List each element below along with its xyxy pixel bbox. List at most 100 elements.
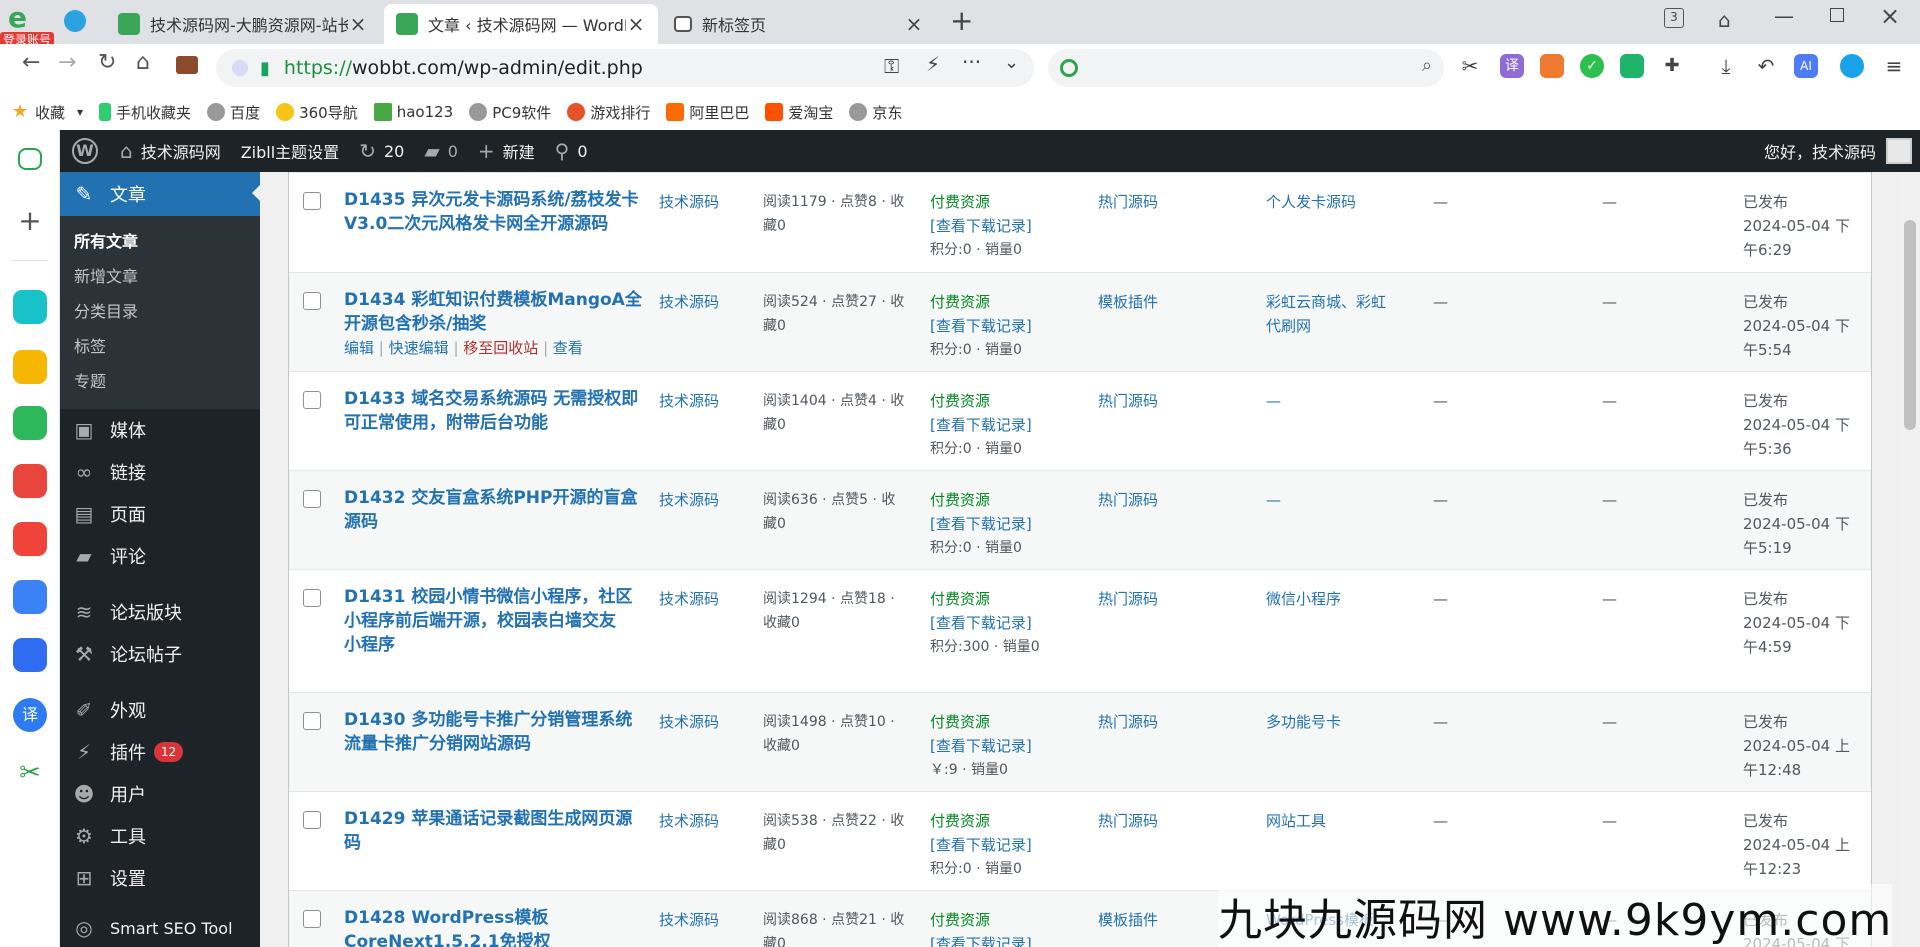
category-link[interactable]: 热门源码 [1098, 587, 1228, 611]
undo-icon[interactable]: ↶ [1754, 54, 1778, 78]
post-title-link[interactable]: D1432 交友盲盒系统PHP开源的盲盒 源码 [344, 486, 644, 534]
author-link[interactable]: 技术源码 [659, 389, 759, 413]
tab-count-button[interactable]: 3 [1664, 8, 1684, 28]
menu-media[interactable]: ▣ 媒体 [60, 409, 260, 451]
bookmark-item[interactable]: 手机收藏夹 [99, 102, 191, 123]
clover-icon[interactable] [13, 290, 47, 324]
download-records-link[interactable]: [查看下载记录] [930, 833, 1060, 857]
tag-link[interactable]: 多功能号卡 [1266, 710, 1426, 734]
telegram-icon[interactable] [64, 10, 86, 32]
tab-close-icon[interactable]: × [348, 12, 368, 36]
download-records-link[interactable]: [查看下载记录] [930, 734, 1060, 758]
tag-link[interactable]: 彩虹云商城、彩虹 [1266, 290, 1426, 314]
row-checkbox[interactable] [303, 712, 321, 730]
row-checkbox[interactable] [303, 589, 321, 607]
menu-appearance[interactable]: ✐ 外观 [60, 689, 260, 731]
add-icon[interactable]: + [13, 204, 47, 238]
menu-comments[interactable]: ▰ 评论 [60, 535, 260, 577]
view-link[interactable]: 查看 [553, 339, 583, 357]
download-records-link[interactable]: [查看下载记录] [930, 413, 1060, 437]
menu-links[interactable]: ∞ 链接 [60, 451, 260, 493]
menu-tools[interactable]: ⚙ 工具 [60, 815, 260, 857]
admin-bar-theme-settings[interactable]: Zibll主题设置 [231, 130, 349, 172]
category-link[interactable]: 热门源码 [1098, 710, 1228, 734]
check-ext-icon[interactable]: ✓ [1580, 54, 1604, 78]
search-icon[interactable]: ⌕ [1422, 55, 1432, 76]
bookmark-item[interactable]: 百度 [207, 102, 260, 123]
puzzle-icon[interactable]: ✚ [1660, 54, 1684, 78]
submenu-categories[interactable]: 分类目录 [60, 294, 260, 329]
submenu-tags[interactable]: 标签 [60, 329, 260, 364]
menu-users[interactable]: ☻ 用户 [60, 773, 260, 815]
author-link[interactable]: 技术源码 [659, 809, 759, 833]
download-records-link[interactable]: [查看下载记录] [930, 932, 1060, 947]
post-title-link[interactable]: D1431 校园小情书微信小程序，社区 小程序前后端开源，校园表白墙交友 小程序 [344, 585, 644, 657]
lightning-icon[interactable]: ⚡ [926, 52, 940, 76]
chevron-down-icon[interactable]: ⌄ [1004, 52, 1019, 73]
game-icon[interactable] [1540, 54, 1564, 78]
menu-forum-posts[interactable]: ⚒ 论坛帖子 [60, 633, 260, 675]
menu-settings[interactable]: ⊞ 设置 [60, 857, 260, 899]
admin-bar-links[interactable]: ⚲ 0 [545, 130, 598, 172]
back-arrow-icon[interactable]: ← [22, 50, 40, 75]
chevron-down-icon[interactable]: ▾ [77, 105, 83, 119]
menu-seo-tool[interactable]: ◎ Smart SEO Tool [60, 907, 260, 947]
quick-edit-link[interactable]: 快速编辑 [389, 339, 449, 357]
tab-new-tab-page[interactable]: 新标签页 × [662, 4, 936, 44]
ai-icon[interactable]: AI [1794, 54, 1818, 78]
book-ext-icon[interactable] [1620, 54, 1644, 78]
briefcase-icon[interactable] [176, 56, 198, 74]
wp-logo-icon[interactable]: W [60, 130, 110, 172]
bookmark-item[interactable]: 京东 [849, 102, 902, 123]
submenu-all-posts[interactable]: 所有文章 [60, 224, 260, 259]
menu-posts[interactable]: ✎ 文章 [60, 172, 260, 216]
author-link[interactable]: 技术源码 [659, 587, 759, 611]
forward-arrow-icon[interactable]: → [58, 50, 76, 75]
tag-link[interactable]: 个人发卡源码 [1266, 190, 1426, 214]
tag-link[interactable]: 微信小程序 [1266, 587, 1426, 611]
edit-link[interactable]: 编辑 [344, 339, 374, 357]
key-icon[interactable]: ⚿ [884, 54, 899, 78]
category-link[interactable]: 模板插件 [1098, 290, 1228, 314]
tab-close-icon[interactable]: × [626, 12, 646, 36]
post-title-link[interactable]: D1428 WordPress模板 CoreNext1.5.2.1免授权 [344, 906, 644, 947]
page-scrollbar[interactable] [1900, 172, 1920, 947]
new-tab-button[interactable]: + [950, 4, 973, 37]
bookmark-item[interactable]: 阿里巴巴 [666, 102, 749, 123]
author-link[interactable]: 技术源码 [659, 488, 759, 512]
post-title-link[interactable]: D1435 异次元发卡源码系统/荔枝发卡 V3.0二次元风格发卡网全开源源码 [344, 188, 644, 236]
minimize-button[interactable]: — [1774, 4, 1794, 28]
tab-source-site[interactable]: 技术源码网-大鹏资源网-站长源码 × [106, 4, 380, 44]
bookmark-item[interactable]: PC9软件 [469, 102, 551, 123]
home-icon[interactable] [18, 148, 42, 170]
category-link[interactable]: 热门源码 [1098, 190, 1228, 214]
site-info-icon[interactable] [232, 60, 248, 76]
trash-link[interactable]: 移至回收站 [463, 339, 538, 357]
tag-link[interactable]: 代刷网 [1266, 314, 1426, 338]
search-engine-icon[interactable] [1060, 59, 1078, 77]
address-bar[interactable]: ▮ https://wobbt.com/wp-admin/edit.php [216, 49, 1034, 87]
home-icon[interactable]: ⌂ [136, 50, 150, 75]
author-link[interactable]: 技术源码 [659, 190, 759, 214]
row-checkbox[interactable] [303, 391, 321, 409]
submenu-add-new[interactable]: 新增文章 [60, 259, 260, 294]
ai-edit-icon[interactable] [13, 580, 47, 614]
admin-bar-comments[interactable]: ▰ 0 [414, 130, 468, 172]
download-records-link[interactable]: [查看下载记录] [930, 611, 1060, 635]
tab-wp-posts[interactable]: 文章 ‹ 技术源码网 — WordPress × [384, 4, 658, 44]
scrollbar-thumb[interactable] [1904, 220, 1916, 430]
more-icon[interactable]: ··· [962, 50, 981, 74]
bookmark-item[interactable]: 爱淘宝 [765, 102, 833, 123]
post-title-link[interactable]: D1429 苹果通话记录截图生成网页源 码 [344, 807, 644, 855]
restore-button[interactable] [1830, 8, 1844, 22]
reload-icon[interactable]: ↻ [98, 50, 116, 75]
favorites-icon[interactable] [13, 350, 47, 384]
bookmark-item[interactable]: hao123 [373, 103, 453, 121]
menu-forum-sections[interactable]: ≋ 论坛版块 [60, 591, 260, 633]
category-link[interactable]: 模板插件 [1098, 908, 1228, 932]
row-checkbox[interactable] [303, 490, 321, 508]
author-link[interactable]: 技术源码 [659, 290, 759, 314]
bookmark-item[interactable]: 游戏排行 [567, 102, 650, 123]
post-title-link[interactable]: D1434 彩虹知识付费模板MangoA全 开源包含秒杀/抽奖 [344, 288, 644, 336]
bookmark-item[interactable]: ★ 收藏 ▾ [12, 102, 83, 123]
